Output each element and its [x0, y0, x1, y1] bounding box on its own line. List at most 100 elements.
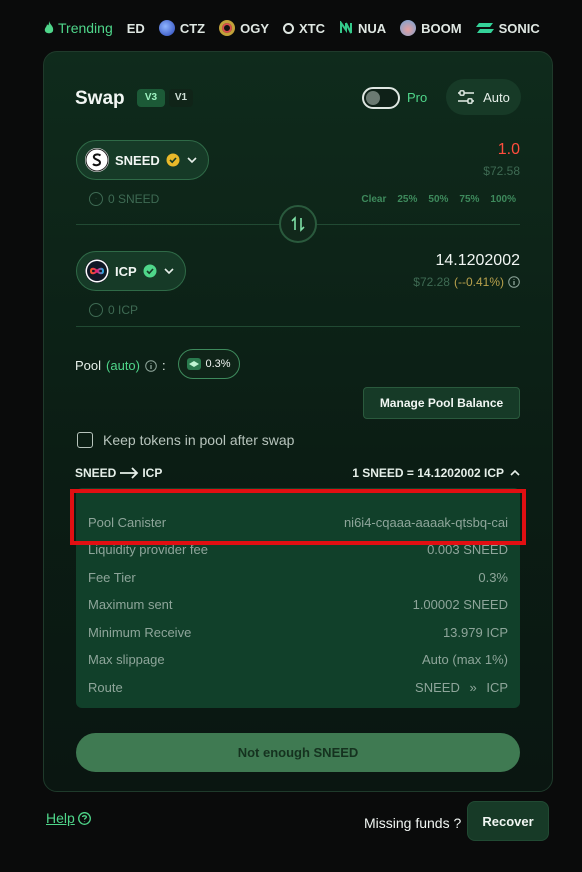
percent-50-button[interactable]: 50%: [428, 194, 448, 205]
trending-item-ctz[interactable]: CTZ: [158, 20, 206, 36]
trending-item-nua[interactable]: NUA: [339, 21, 386, 36]
pool-separator: :: [162, 358, 166, 373]
chevron-up-icon: [510, 469, 520, 476]
trending-symbol: BOOM: [421, 20, 462, 36]
route-from: SNEED: [75, 466, 117, 480]
nua-icon: [340, 21, 352, 34]
chevron-down-icon: [187, 157, 197, 164]
detail-label: Max slippage: [88, 652, 165, 667]
detail-value: 1.00002 SNEED: [412, 597, 508, 612]
help-link[interactable]: Help: [46, 810, 91, 826]
from-amount-input[interactable]: 1.0: [498, 141, 520, 159]
trending-symbol: NUA: [358, 20, 387, 36]
trending-item-boom[interactable]: BOOM: [400, 20, 462, 36]
detail-label: Fee Tier: [88, 570, 136, 585]
swap-details-panel: Pool Canister ni6i4-cqaaa-aaaak-qtsbq-ca…: [76, 488, 520, 708]
detail-label: Minimum Receive: [88, 625, 192, 640]
manage-pool-balance-button[interactable]: Manage Pool Balance: [363, 387, 520, 419]
percent-75-button[interactable]: 75%: [459, 194, 479, 205]
pro-label: Pro: [407, 90, 428, 105]
detail-pool-canister: Pool Canister ni6i4-cqaaa-aaaak-qtsbq-ca…: [88, 515, 508, 530]
to-token-selector[interactable]: ICP: [76, 251, 186, 291]
keep-tokens-checkbox[interactable]: [77, 432, 93, 448]
info-icon[interactable]: [508, 276, 520, 288]
recover-button[interactable]: Recover: [467, 801, 549, 841]
trending-symbol: OGY: [240, 20, 269, 36]
clear-button[interactable]: Clear: [361, 194, 386, 205]
from-balance-value: 0 SNEED: [108, 192, 160, 206]
pool-mode: (auto): [106, 358, 140, 373]
swap-title: Swap: [75, 88, 125, 109]
to-token-name: ICP: [115, 263, 137, 279]
to-balance: ◦ 0 ICP: [89, 303, 138, 317]
percent-buttons: Clear 25% 50% 75% 100%: [361, 194, 516, 205]
slippage-auto-button[interactable]: Auto: [446, 79, 521, 115]
detail-value: 0.3%: [478, 570, 508, 585]
pool-icon: [187, 358, 202, 370]
version-v3-badge[interactable]: V3: [137, 89, 165, 107]
route-value-to: ICP: [486, 680, 508, 695]
pool-fee-selector[interactable]: 0.3%: [178, 349, 240, 379]
detail-value: 0.003 SNEED: [427, 542, 508, 557]
keep-tokens-label: Keep tokens in pool after swap: [103, 432, 295, 448]
detail-route: Route SNEED » ICP: [88, 680, 508, 695]
detail-minimum-receive: Minimum Receive 13.979 ICP: [88, 625, 508, 640]
trending-bar: Trending ED CTZ OGY XTC NUA BOOM SONIC: [44, 14, 582, 42]
pool-canister-id[interactable]: ni6i4-cqaaa-aaaak-qtsbq-cai: [344, 515, 508, 530]
pro-toggle[interactable]: [362, 87, 400, 109]
swap-submit-button[interactable]: Not enough SNEED: [76, 733, 520, 772]
wallet-icon: ◦: [89, 303, 103, 317]
arrow-right-icon: [120, 467, 139, 479]
route-summary: SNEED ICP: [75, 466, 162, 480]
to-amount: 14.1202002: [435, 252, 520, 269]
ogy-icon: [219, 20, 236, 36]
switch-direction-button[interactable]: [279, 205, 317, 243]
percent-25-button[interactable]: 25%: [397, 194, 417, 205]
verified-badge-icon: [143, 264, 157, 278]
divider: [76, 326, 520, 327]
pool-label-text: Pool: [75, 358, 102, 373]
missing-funds-label: Missing funds ?: [364, 815, 462, 831]
wallet-icon: ◦: [89, 192, 103, 206]
detail-value: Auto (max 1%): [422, 652, 508, 667]
question-circle-icon: [77, 811, 91, 825]
trending-label: Trending: [58, 20, 113, 36]
trending-symbol: ED: [126, 20, 145, 36]
to-usd-row: $72.28 (--0.41%): [413, 275, 520, 289]
trending-header: Trending: [44, 20, 113, 36]
chevron-down-icon: [164, 268, 174, 275]
from-token-name: SNEED: [115, 152, 160, 168]
from-usd-value: $72.58: [483, 164, 520, 178]
auto-label: Auto: [483, 89, 510, 105]
pool-label: Pool (auto) :: [75, 358, 166, 373]
trending-item-sneed[interactable]: ED: [127, 21, 145, 36]
price-impact: (--0.41%): [453, 275, 504, 289]
xtc-icon: [283, 22, 294, 34]
sonic-icon: [475, 23, 494, 33]
boom-icon: [400, 20, 417, 36]
route-to: ICP: [142, 466, 163, 480]
version-v1-badge[interactable]: V1: [169, 89, 193, 107]
help-label: Help: [46, 810, 75, 826]
icp-token-icon: [85, 259, 109, 283]
from-balance: ◦ 0 SNEED: [89, 192, 159, 206]
exchange-rate: 1 SNEED = 14.1202002 ICP: [352, 466, 504, 480]
trending-item-xtc[interactable]: XTC: [283, 21, 325, 36]
sliders-icon: [458, 90, 475, 104]
keep-tokens-option[interactable]: Keep tokens in pool after swap: [77, 432, 294, 448]
exchange-rate-toggle[interactable]: 1 SNEED = 14.1202002 ICP: [352, 466, 520, 480]
trending-symbol: SONIC: [498, 20, 540, 36]
trending-symbol: XTC: [299, 20, 325, 36]
ctz-icon: [158, 20, 175, 36]
detail-label: Liquidity provider fee: [88, 542, 208, 557]
to-usd-value: $72.28: [413, 275, 450, 289]
toggle-knob: [366, 91, 380, 105]
info-icon[interactable]: [145, 359, 157, 372]
trending-symbol: CTZ: [179, 20, 206, 36]
percent-100-button[interactable]: 100%: [490, 194, 516, 205]
from-token-selector[interactable]: SNEED: [76, 140, 209, 180]
trending-item-sonic[interactable]: SONIC: [475, 20, 540, 36]
swap-card: Swap V3 V1 Pro Auto SNEED ◦ 0 SNEED 1.0 …: [43, 51, 553, 792]
trending-item-ogy[interactable]: OGY: [219, 20, 269, 36]
detail-maximum-sent: Maximum sent 1.00002 SNEED: [88, 597, 508, 612]
